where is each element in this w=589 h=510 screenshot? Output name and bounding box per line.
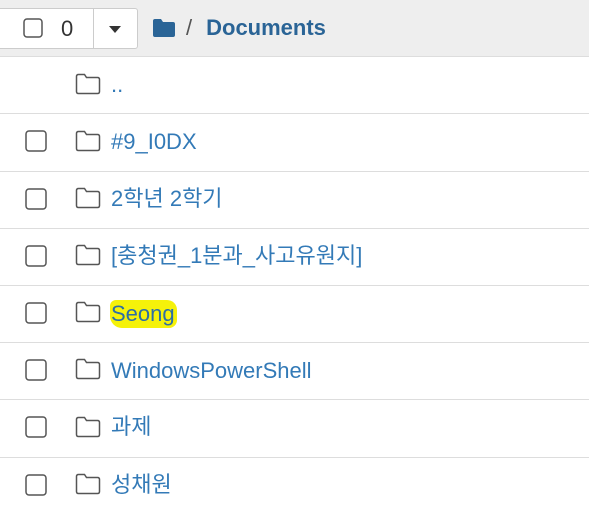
folder-outline-icon: [75, 244, 101, 266]
folder-outline-icon: [75, 130, 101, 152]
selected-count: 0: [61, 16, 74, 41]
breadcrumb: / Documents: [152, 12, 326, 44]
item-name-link[interactable]: ..: [111, 71, 123, 99]
select-all-group: 0: [0, 8, 138, 49]
item-name-link[interactable]: [충청권_1분과_사고유원지]: [111, 242, 362, 270]
file-browser: 0 / Documents .. #9_I0DX 2학년 2학기 [충청권_1분…: [0, 0, 589, 510]
select-all-button[interactable]: 0: [0, 9, 94, 48]
list-item[interactable]: 성채원: [0, 458, 589, 510]
item-name-link[interactable]: 2학년 2학기: [111, 185, 223, 213]
folder-filled-icon[interactable]: [152, 18, 176, 38]
item-name-link[interactable]: 성채원: [111, 471, 172, 499]
row-checkbox[interactable]: [25, 302, 47, 324]
row-checkbox[interactable]: [25, 245, 47, 267]
row-checkbox[interactable]: [25, 416, 47, 438]
list-item[interactable]: Seong: [0, 286, 589, 343]
list-item[interactable]: #9_I0DX: [0, 114, 589, 172]
select-all-checkbox[interactable]: [23, 18, 43, 38]
folder-outline-icon: [75, 416, 101, 438]
folder-outline-icon: [75, 301, 101, 323]
row-checkbox[interactable]: [25, 474, 47, 496]
list-item-parent[interactable]: ..: [0, 57, 589, 114]
list-item[interactable]: [충청권_1분과_사고유원지]: [0, 229, 589, 286]
folder-outline-icon: [75, 73, 101, 95]
list-item[interactable]: 2학년 2학기: [0, 172, 589, 229]
row-checkbox[interactable]: [25, 188, 47, 210]
caret-down-icon: [109, 26, 121, 33]
folder-outline-icon: [75, 358, 101, 380]
row-checkbox[interactable]: [25, 359, 47, 381]
item-name-link[interactable]: 과제: [111, 413, 151, 441]
breadcrumb-separator: /: [186, 15, 193, 40]
list-item[interactable]: WindowsPowerShell: [0, 343, 589, 400]
list-item[interactable]: 과제: [0, 400, 589, 458]
select-dropdown-button[interactable]: [94, 9, 137, 48]
toolbar: 0 / Documents: [0, 0, 589, 57]
breadcrumb-current[interactable]: Documents: [206, 15, 326, 41]
item-name-link[interactable]: WindowsPowerShell: [111, 357, 312, 385]
folder-outline-icon: [75, 187, 101, 209]
item-name-link[interactable]: Seong: [110, 300, 177, 328]
row-checkbox[interactable]: [25, 130, 47, 152]
item-name-link[interactable]: #9_I0DX: [111, 128, 197, 156]
folder-outline-icon: [75, 473, 101, 495]
